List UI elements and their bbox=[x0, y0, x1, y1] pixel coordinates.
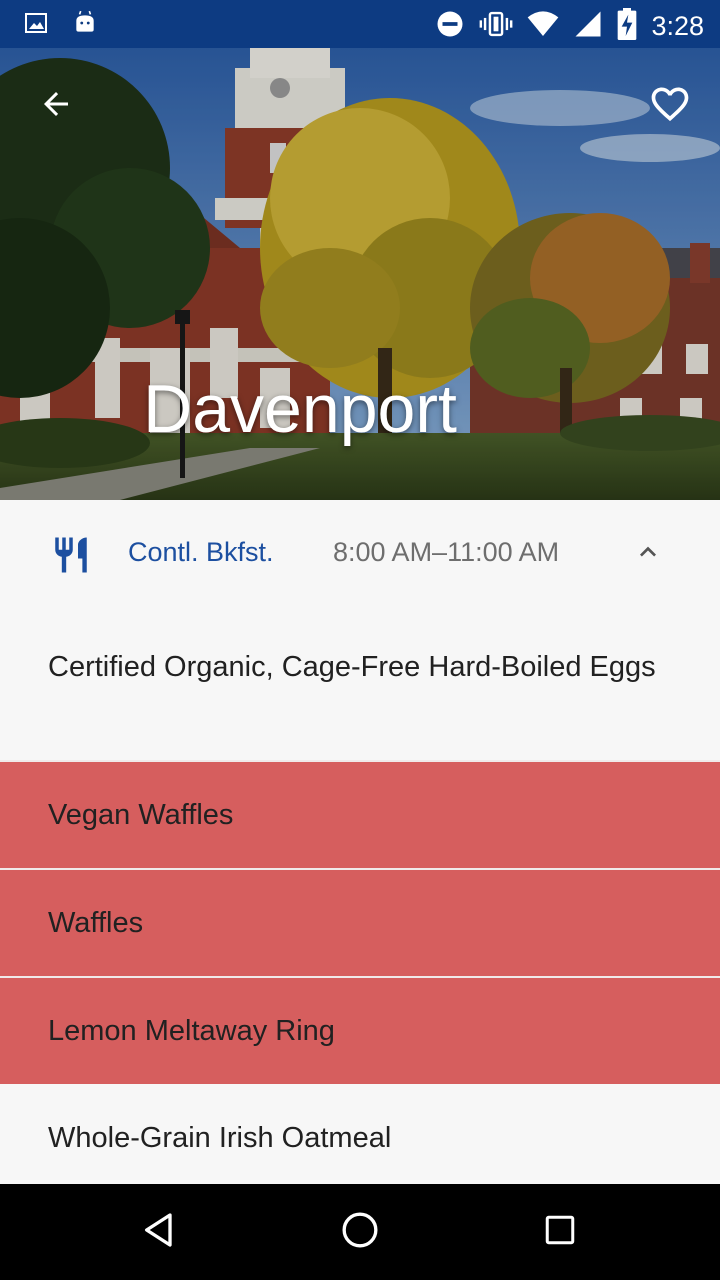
menu-item[interactable]: Waffles bbox=[0, 868, 720, 976]
nav-recents-button[interactable] bbox=[536, 1208, 584, 1256]
image-icon bbox=[24, 11, 48, 40]
menu-item[interactable]: Lemon Meltaway Ring bbox=[0, 976, 720, 1084]
menu-item[interactable]: Vegan Waffles bbox=[0, 760, 720, 868]
menu-item[interactable]: Certified Organic, Cage-Free Hard-Boiled… bbox=[0, 620, 720, 760]
status-time: 3:28 bbox=[651, 11, 704, 41]
chevron-up-icon bbox=[632, 536, 664, 573]
dining-hall-title: Davenport bbox=[143, 371, 457, 447]
nav-home-icon bbox=[340, 1210, 380, 1255]
meal-name: Contl. Bkfst. bbox=[128, 537, 274, 567]
heart-outline-icon bbox=[648, 82, 692, 131]
collapse-button[interactable] bbox=[628, 536, 668, 572]
menu-item[interactable]: Whole-Grain Irish Oatmeal bbox=[0, 1084, 720, 1192]
nav-back-icon bbox=[140, 1210, 180, 1255]
hero-banner: Davenport bbox=[0, 48, 720, 500]
menu-item-label: Waffles bbox=[48, 907, 144, 939]
signal-icon bbox=[573, 10, 603, 43]
arrow-back-icon bbox=[38, 86, 74, 127]
menu-item-label: Whole-Grain Irish Oatmeal bbox=[48, 1122, 392, 1154]
dnd-icon bbox=[435, 9, 465, 44]
menu-item-label: Lemon Meltaway Ring bbox=[48, 1015, 335, 1047]
battery-charging-icon bbox=[617, 8, 637, 45]
menu-item-label: Vegan Waffles bbox=[48, 799, 234, 831]
nav-recents-icon bbox=[542, 1212, 578, 1253]
wifi-icon bbox=[527, 10, 559, 43]
android-icon bbox=[72, 10, 98, 41]
favorite-button[interactable] bbox=[644, 80, 696, 132]
status-left bbox=[24, 10, 98, 41]
menu-item-label: Certified Organic, Cage-Free Hard-Boiled… bbox=[48, 651, 656, 683]
meal-hours: 8:00 AM–11:00 AM bbox=[333, 537, 560, 567]
status-bar: 3:28 bbox=[0, 0, 720, 48]
navigation-bar bbox=[0, 1184, 720, 1280]
nav-back-button[interactable] bbox=[136, 1208, 184, 1256]
nav-home-button[interactable] bbox=[336, 1208, 384, 1256]
status-right: 3:28 bbox=[435, 8, 704, 45]
restaurant-icon bbox=[50, 534, 92, 581]
menu-list: Certified Organic, Cage-Free Hard-Boiled… bbox=[0, 620, 720, 1192]
back-button[interactable] bbox=[32, 82, 80, 130]
meal-header[interactable]: Contl. Bkfst. 8:00 AM–11:00 AM bbox=[0, 500, 720, 608]
vibrate-icon bbox=[479, 9, 513, 44]
